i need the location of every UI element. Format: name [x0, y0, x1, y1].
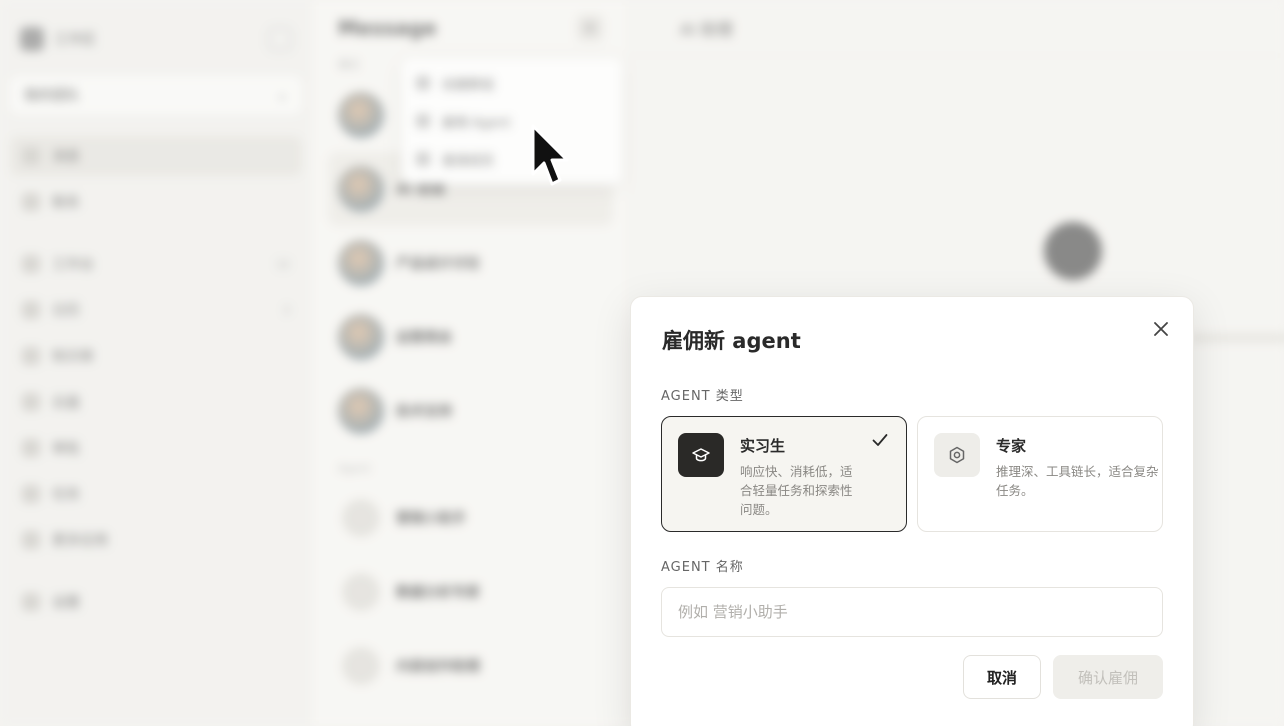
confirm-hire-button[interactable]: 确认雇佣: [1053, 655, 1163, 699]
dialog-actions: 取消 确认雇佣: [963, 655, 1163, 699]
agent-type-label: AGENT 类型: [661, 389, 744, 404]
dialog-title: 雇佣新 agent: [662, 329, 801, 353]
agent-name-input[interactable]: [661, 587, 1163, 637]
cancel-button[interactable]: 取消: [963, 655, 1041, 699]
checkmark-icon: [872, 434, 888, 446]
hire-agent-dialog: 雇佣新 agent AGENT 类型 实习生 响应快、消耗低，适合轻量任务和探索…: [630, 296, 1194, 726]
type-icon-box: [934, 433, 980, 477]
close-icon: [1154, 322, 1168, 336]
agent-type-expert-option[interactable]: 专家 推理深、工具链长，适合复杂任务。: [917, 416, 1163, 532]
intern-description: 响应快、消耗低，适合轻量任务和探索性问题。: [740, 464, 853, 517]
graduation-cap-icon: [692, 448, 710, 462]
expert-description: 推理深、工具链长，适合复杂任务。: [996, 464, 1159, 498]
expert-title: 专家: [996, 437, 1027, 455]
agent-name-label: AGENT 名称: [661, 560, 744, 575]
agent-type-intern-option[interactable]: 实习生 响应快、消耗低，适合轻量任务和探索性问题。: [661, 416, 907, 532]
type-icon-box: [678, 433, 724, 477]
close-button[interactable]: [1149, 317, 1173, 341]
agent-type-options: 实习生 响应快、消耗低，适合轻量任务和探索性问题。 专家 推理深、工具链长，适合…: [661, 416, 1163, 532]
hexagon-settings-icon: [949, 446, 965, 464]
mouse-pointer-icon: [531, 124, 569, 186]
intern-title: 实习生: [740, 437, 786, 455]
